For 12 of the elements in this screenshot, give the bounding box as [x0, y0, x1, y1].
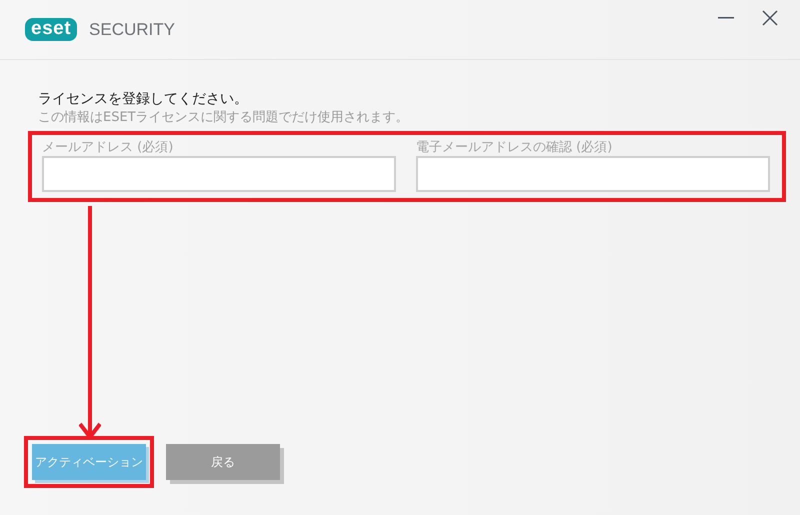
close-icon[interactable] — [762, 10, 778, 26]
input-field[interactable] — [416, 156, 770, 192]
product-name: SECURITY — [89, 20, 175, 40]
heading: ライセンスを登録してください。 — [38, 90, 249, 109]
back-button[interactable]: 戻る — [166, 444, 280, 480]
field-label: メールアドレス (必須) — [42, 139, 174, 156]
field-label: 電子メールアドレスの確認 (必須) — [416, 139, 614, 156]
info-text: この情報はESETライセンスに関する問題でだけ使用されます。 — [38, 109, 410, 127]
input-field[interactable] — [42, 156, 396, 192]
logo: eset — [25, 18, 78, 41]
activate-button[interactable]: アクティベーション — [32, 444, 146, 480]
minimize-icon[interactable] — [718, 16, 734, 18]
